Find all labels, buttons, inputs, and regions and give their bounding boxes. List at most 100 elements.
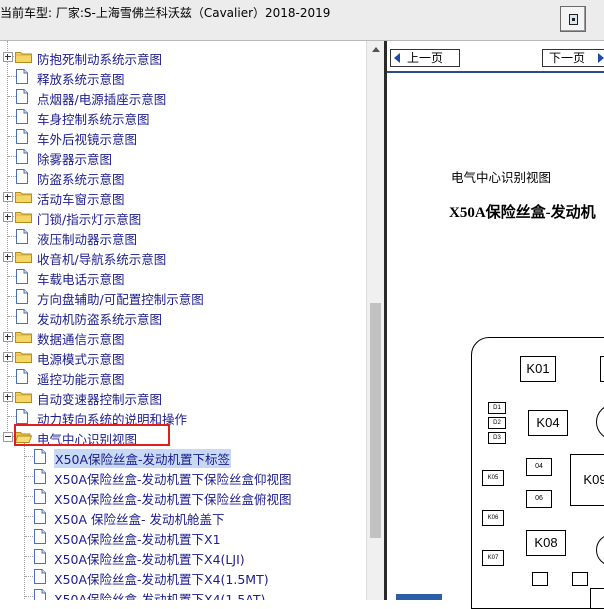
tree-item[interactable]: 发动机防盗系统示意图 xyxy=(0,307,366,327)
tree-item[interactable]: 活动车窗示意图 xyxy=(0,187,366,207)
document-icon xyxy=(34,569,46,584)
tree-item[interactable]: 液压制动器示意图 xyxy=(0,227,366,247)
collapse-minus-icon[interactable] xyxy=(3,432,13,442)
diode-d1: D1 xyxy=(488,402,506,414)
tree-item[interactable]: 门锁/指示灯示意图 xyxy=(0,207,366,227)
tree-child-item[interactable]: X50A保险丝盒-发动机置下标签 xyxy=(0,447,366,468)
tree-item[interactable]: 车外后视镜示意图 xyxy=(0,127,366,147)
relay-partial xyxy=(600,356,604,382)
tree-child-item[interactable]: X50A保险丝盒-发动机置下保险丝盒俯视图 xyxy=(0,487,366,507)
tree-item-label: 车外后视镜示意图 xyxy=(37,132,138,147)
viewer-bottom-tab[interactable] xyxy=(396,594,442,600)
relay-k05: K05 xyxy=(482,470,504,486)
title-bar: 当前车型: 厂家:S-上海雪佛兰科沃兹（Cavalier）2018-2019 xyxy=(0,0,604,41)
tree-item-label: X50A保险丝盒-发动机置下X4(1.5MT) xyxy=(54,572,269,587)
expand-plus-icon[interactable] xyxy=(3,392,13,402)
tree-item[interactable]: 防抱死制动系统示意图 xyxy=(0,47,366,67)
folder-icon xyxy=(15,190,32,203)
tree-item[interactable]: 方向盘辅助/可配置控制示意图 xyxy=(0,287,366,307)
tree-item-label-selected: X50A保险丝盒-发动机置下标签 xyxy=(54,449,232,468)
tree-item[interactable]: 电源模式示意图 xyxy=(0,347,366,367)
tree-connector xyxy=(8,276,16,277)
tree-item[interactable]: 防盗系统示意图 xyxy=(0,167,366,187)
tree-item[interactable]: 车身控制系统示意图 xyxy=(0,107,366,127)
tree-item[interactable]: 释放系统示意图 xyxy=(0,67,366,87)
tree-item[interactable]: 自动变速器控制示意图 xyxy=(0,387,366,407)
tree-item[interactable]: 收音机/导航系统示意图 xyxy=(0,247,366,267)
folder-icon xyxy=(15,250,32,263)
tree-item-label: 除雾器示意图 xyxy=(37,152,113,167)
tree-item-label: 自动变速器控制示意图 xyxy=(37,392,163,407)
tree-item-label: 点烟器/电源插座示意图 xyxy=(37,92,167,107)
tree-connector xyxy=(8,416,16,417)
tree-item-label: X50A保险丝盒-发动机置下X4(LJI) xyxy=(54,552,245,567)
tree-item-label: 防抱死制动系统示意图 xyxy=(37,52,163,67)
relay-k06: K06 xyxy=(482,510,504,526)
relay-k04: K04 xyxy=(528,410,568,436)
tree-item-label: 活动车窗示意图 xyxy=(37,192,125,207)
expand-plus-icon[interactable] xyxy=(3,52,13,62)
expand-plus-icon[interactable] xyxy=(3,192,13,202)
expand-plus-icon[interactable] xyxy=(3,252,13,262)
fuse-small-1 xyxy=(532,572,548,586)
relay-k09: K09 xyxy=(570,454,604,506)
window-toggle-button[interactable] xyxy=(560,6,586,32)
tree-item-label: 防盗系统示意图 xyxy=(37,172,125,187)
tree-connector xyxy=(25,496,33,497)
tree-connector xyxy=(8,316,16,317)
document-icon xyxy=(34,509,46,524)
tree-item[interactable]: 点烟器/电源插座示意图 xyxy=(0,87,366,107)
expand-plus-icon[interactable] xyxy=(3,332,13,342)
tree-child-item[interactable]: X50A保险丝盒-发动机置下保险丝盒仰视图 xyxy=(0,467,366,487)
tree-connector xyxy=(25,556,33,557)
relay-k08: K08 xyxy=(526,530,566,556)
diode-d3: D3 xyxy=(488,432,506,444)
tree-item-label: 门锁/指示灯示意图 xyxy=(37,212,142,227)
document-icon xyxy=(16,309,28,324)
tree-child-item[interactable]: X50A保险丝盒-发动机置下X1 xyxy=(0,527,366,547)
restore-icon xyxy=(569,14,578,25)
tree-connector xyxy=(25,456,33,457)
diagram-viewer: 上一页 下一页 电气中心识别视图 X50A保险丝盒-发动机 K01 D1 D2 … xyxy=(384,41,604,609)
tree-connector xyxy=(8,296,16,297)
tree-item-label: 遥控功能示意图 xyxy=(37,372,125,387)
prev-page-button[interactable]: 上一页 xyxy=(390,49,460,67)
arrow-left-icon xyxy=(394,53,400,63)
arrow-right-icon xyxy=(598,53,604,63)
scroll-thumb[interactable] xyxy=(370,303,381,538)
fuse-small-2 xyxy=(572,572,588,586)
document-icon xyxy=(16,229,28,244)
folder-icon xyxy=(15,390,32,403)
tree-child-item[interactable]: X50A保险丝盒-发动机置下X4(1.5AT) xyxy=(0,587,366,600)
expand-plus-icon[interactable] xyxy=(3,352,13,362)
scroll-up-arrow-icon[interactable] xyxy=(367,41,384,58)
next-page-button[interactable]: 下一页 xyxy=(542,49,604,67)
tree-child-item[interactable]: X50A保险丝盒-发动机置下X4(1.5MT) xyxy=(0,567,366,587)
tree-item-label: 车身控制系统示意图 xyxy=(37,112,150,127)
tree-item-label: 释放系统示意图 xyxy=(37,72,125,87)
expand-plus-icon[interactable] xyxy=(3,212,13,222)
document-icon xyxy=(16,109,28,124)
document-icon xyxy=(34,529,46,544)
tree-child-item[interactable]: X50A 保险丝盒- 发动机舱盖下 xyxy=(0,507,366,527)
tree-connector xyxy=(25,516,33,517)
fuse-04: 04 xyxy=(526,458,552,476)
tree-scrollbar[interactable] xyxy=(366,41,384,600)
tree-connector xyxy=(25,536,33,537)
tree-item-label: 数据通信示意图 xyxy=(37,332,125,347)
tree-connector xyxy=(8,96,16,97)
document-icon xyxy=(16,89,28,104)
tree-connector xyxy=(25,476,33,477)
tree-item[interactable]: 遥控功能示意图 xyxy=(0,367,366,387)
tree-item-label: 方向盘辅助/可配置控制示意图 xyxy=(37,292,204,307)
tree-child-item[interactable]: X50A保险丝盒-发动机置下X4(LJI) xyxy=(0,547,366,567)
tree-item-label: 收音机/导航系统示意图 xyxy=(37,252,167,267)
fuse-box-diagram: K01 D1 D2 D3 K04 04 K09 K05 06 K06 K08 K… xyxy=(471,337,604,609)
tree-item-label: X50A保险丝盒-发动机置下保险丝盒仰视图 xyxy=(54,472,292,487)
fuse-circle-1 xyxy=(596,404,604,440)
document-icon xyxy=(16,369,28,384)
tree-item[interactable]: 除雾器示意图 xyxy=(0,147,366,167)
tree-item[interactable]: 车载电话示意图 xyxy=(0,267,366,287)
diagram-tree[interactable]: 防抱死制动系统示意图 释放系统示意图点烟器/电源插座示意图 车身控制系统示意图 车外后… xyxy=(0,41,366,600)
tree-item[interactable]: 数据通信示意图 xyxy=(0,327,366,347)
